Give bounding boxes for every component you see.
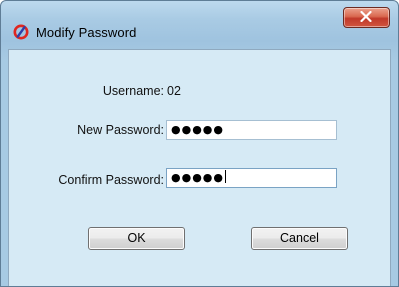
username-value: 02 bbox=[167, 84, 181, 98]
dialog-body: Username: 02 New Password: ●●●●● Confirm… bbox=[8, 49, 391, 286]
username-label: Username: bbox=[102, 84, 164, 98]
new-password-field[interactable]: ●●●●● bbox=[166, 120, 337, 140]
confirm-password-dots: ●●●●● bbox=[171, 171, 224, 184]
close-button[interactable] bbox=[343, 7, 390, 28]
close-icon bbox=[360, 11, 372, 22]
new-password-label: New Password: bbox=[77, 123, 164, 137]
cancel-button[interactable]: Cancel bbox=[251, 227, 348, 250]
title-bar[interactable]: Modify Password bbox=[1, 1, 398, 45]
confirm-password-label: Confirm Password: bbox=[58, 173, 164, 187]
app-logo-icon bbox=[13, 24, 29, 40]
window-title: Modify Password bbox=[36, 25, 137, 40]
modify-password-dialog: Modify Password Username: 02 New Passwor… bbox=[0, 0, 399, 287]
confirm-password-field[interactable]: ●●●●● bbox=[166, 168, 337, 188]
new-password-dots: ●●●●● bbox=[171, 123, 224, 136]
text-caret bbox=[225, 170, 226, 183]
ok-button[interactable]: OK bbox=[88, 227, 185, 250]
